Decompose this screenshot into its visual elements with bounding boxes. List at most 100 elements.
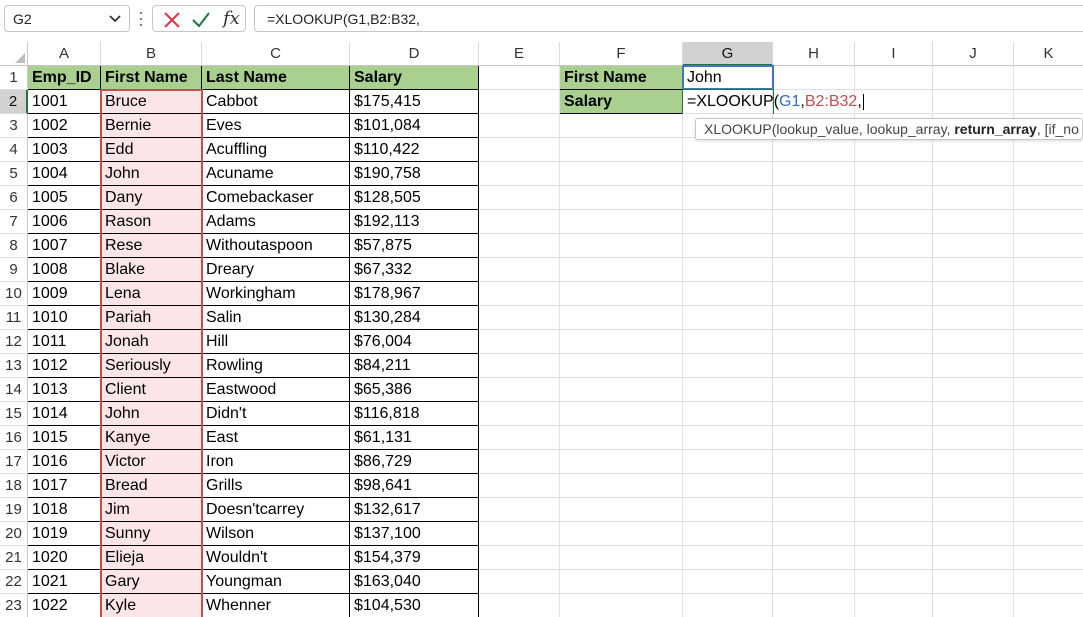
- table-cell[interactable]: 1001: [28, 90, 101, 114]
- lookup-value-cell[interactable]: John: [683, 66, 773, 90]
- column-header-g[interactable]: G: [683, 42, 773, 66]
- lookup-label-first-name[interactable]: First Name: [560, 66, 683, 90]
- cell-empty[interactable]: [1014, 162, 1083, 186]
- cell-empty[interactable]: [855, 450, 933, 474]
- row-header-5[interactable]: 5: [0, 162, 28, 186]
- table-cell[interactable]: $86,729: [350, 450, 479, 474]
- table-cell[interactable]: 1020: [28, 546, 101, 570]
- table-cell[interactable]: 1017: [28, 474, 101, 498]
- table-cell[interactable]: 1022: [28, 594, 101, 617]
- cell-empty[interactable]: [855, 210, 933, 234]
- table-cell[interactable]: Jonah: [101, 330, 202, 354]
- table-cell[interactable]: Bruce: [101, 90, 202, 114]
- lookup-label-salary[interactable]: Salary: [560, 90, 683, 114]
- cell-empty[interactable]: [560, 402, 683, 426]
- table-cell[interactable]: $128,505: [350, 186, 479, 210]
- table-cell[interactable]: $101,084: [350, 114, 479, 138]
- cell-empty[interactable]: [479, 210, 560, 234]
- cell-empty[interactable]: [479, 450, 560, 474]
- cell-empty[interactable]: [855, 546, 933, 570]
- cell-empty[interactable]: [683, 354, 773, 378]
- cell-empty[interactable]: [933, 90, 1014, 114]
- cell-empty[interactable]: [1014, 138, 1083, 162]
- cell-empty[interactable]: [855, 426, 933, 450]
- cell-empty[interactable]: [479, 258, 560, 282]
- cell-empty[interactable]: [1014, 426, 1083, 450]
- cell-empty[interactable]: [1014, 378, 1083, 402]
- cell-empty[interactable]: [933, 330, 1014, 354]
- table-cell[interactable]: 1013: [28, 378, 101, 402]
- cell-empty[interactable]: [1014, 66, 1083, 90]
- cell-empty[interactable]: [933, 378, 1014, 402]
- cell-empty[interactable]: [933, 138, 1014, 162]
- table-cell[interactable]: 1008: [28, 258, 101, 282]
- table-cell[interactable]: $175,415: [350, 90, 479, 114]
- cell-empty[interactable]: [683, 402, 773, 426]
- table-cell[interactable]: 1012: [28, 354, 101, 378]
- table-cell[interactable]: Eves: [202, 114, 350, 138]
- row-header-10[interactable]: 10: [0, 282, 28, 306]
- cell-empty[interactable]: [683, 282, 773, 306]
- cell-empty[interactable]: [773, 234, 855, 258]
- cell-empty[interactable]: [933, 450, 1014, 474]
- cell-empty[interactable]: [773, 186, 855, 210]
- cell-empty[interactable]: [855, 234, 933, 258]
- cell-empty[interactable]: [1014, 354, 1083, 378]
- cell-empty[interactable]: [683, 306, 773, 330]
- cell-empty[interactable]: [683, 234, 773, 258]
- cell-empty[interactable]: [933, 474, 1014, 498]
- cell-empty[interactable]: [1014, 546, 1083, 570]
- table-cell[interactable]: Jim: [101, 498, 202, 522]
- row-header-18[interactable]: 18: [0, 474, 28, 498]
- table-cell[interactable]: 1016: [28, 450, 101, 474]
- table-cell[interactable]: 1019: [28, 522, 101, 546]
- cell-empty[interactable]: [1014, 306, 1083, 330]
- table-cell[interactable]: John: [101, 402, 202, 426]
- cell-empty[interactable]: [855, 258, 933, 282]
- table-cell[interactable]: East: [202, 426, 350, 450]
- cell-empty[interactable]: [683, 474, 773, 498]
- cell-empty[interactable]: [560, 186, 683, 210]
- cell-empty[interactable]: [479, 234, 560, 258]
- cell-empty[interactable]: [479, 114, 560, 138]
- column-header-d[interactable]: D: [350, 42, 479, 66]
- table-cell[interactable]: $192,113: [350, 210, 479, 234]
- table-cell[interactable]: $57,875: [350, 234, 479, 258]
- cell-empty[interactable]: [855, 138, 933, 162]
- table-cell[interactable]: $104,530: [350, 594, 479, 617]
- cell-empty[interactable]: [683, 498, 773, 522]
- cell-empty[interactable]: [479, 162, 560, 186]
- table-cell[interactable]: 1014: [28, 402, 101, 426]
- cell-empty[interactable]: [683, 186, 773, 210]
- table-cell[interactable]: 1004: [28, 162, 101, 186]
- column-header-b[interactable]: B: [101, 42, 202, 66]
- cell-empty[interactable]: [773, 354, 855, 378]
- cell-empty[interactable]: [773, 282, 855, 306]
- cell-empty[interactable]: [479, 378, 560, 402]
- cell-empty[interactable]: [933, 354, 1014, 378]
- cell-empty[interactable]: [560, 450, 683, 474]
- table-cell[interactable]: Dany: [101, 186, 202, 210]
- table-cell[interactable]: Bread: [101, 474, 202, 498]
- column-header-j[interactable]: J: [933, 42, 1014, 66]
- cell-empty[interactable]: [683, 138, 773, 162]
- row-header-13[interactable]: 13: [0, 354, 28, 378]
- cell-empty[interactable]: [560, 378, 683, 402]
- cell-empty[interactable]: [855, 90, 933, 114]
- table-cell[interactable]: Elieja: [101, 546, 202, 570]
- cell-empty[interactable]: [560, 258, 683, 282]
- cell-empty[interactable]: [855, 330, 933, 354]
- cell-empty[interactable]: [773, 210, 855, 234]
- table-cell[interactable]: 1015: [28, 426, 101, 450]
- cell-empty[interactable]: [773, 306, 855, 330]
- cell-empty[interactable]: [773, 522, 855, 546]
- table-header-cell[interactable]: Last Name: [202, 66, 350, 90]
- row-header-4[interactable]: 4: [0, 138, 28, 162]
- table-cell[interactable]: Youngman: [202, 570, 350, 594]
- cell-empty[interactable]: [933, 306, 1014, 330]
- cell-empty[interactable]: [933, 594, 1014, 617]
- row-header-7[interactable]: 7: [0, 210, 28, 234]
- cell-empty[interactable]: [479, 498, 560, 522]
- cell-empty[interactable]: [683, 450, 773, 474]
- cell-empty[interactable]: [1014, 90, 1083, 114]
